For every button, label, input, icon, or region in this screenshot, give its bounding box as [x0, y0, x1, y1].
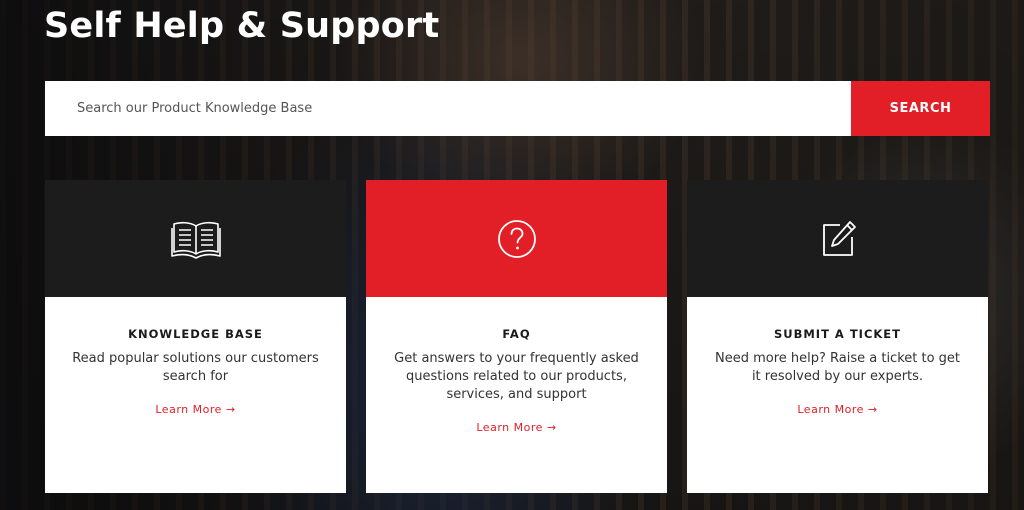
card-body: SUBMIT A TICKET Need more help? Raise a …	[687, 297, 988, 493]
learn-more-link[interactable]: Learn More →	[476, 421, 556, 434]
card-submit-ticket[interactable]: SUBMIT A TICKET Need more help? Raise a …	[687, 180, 988, 493]
card-description: Read popular solutions our customers sea…	[72, 351, 319, 384]
support-cards: KNOWLEDGE BASE Read popular solutions ou…	[45, 180, 988, 493]
card-header	[45, 180, 346, 297]
card-body: FAQ Get answers to your frequently asked…	[366, 297, 667, 493]
edit-icon	[818, 219, 858, 259]
card-header	[366, 180, 667, 297]
search-input[interactable]	[45, 81, 851, 136]
card-faq[interactable]: FAQ Get answers to your frequently asked…	[366, 180, 667, 493]
card-description: Get answers to your frequently asked que…	[394, 351, 639, 402]
card-title: SUBMIT A TICKET	[773, 327, 902, 341]
card-title: KNOWLEDGE BASE	[128, 327, 263, 341]
question-circle-icon	[496, 218, 538, 260]
card-title: FAQ	[502, 327, 531, 341]
book-icon	[170, 218, 222, 260]
card-body: KNOWLEDGE BASE Read popular solutions ou…	[45, 297, 346, 493]
search-button[interactable]: SEARCH	[851, 81, 990, 136]
search-bar: SEARCH	[45, 81, 990, 136]
card-description: Need more help? Raise a ticket to get it…	[714, 351, 961, 384]
card-knowledge-base[interactable]: KNOWLEDGE BASE Read popular solutions ou…	[45, 180, 346, 493]
learn-more-link[interactable]: Learn More →	[155, 403, 235, 416]
card-header	[687, 180, 988, 297]
page-title: Self Help & Support	[44, 6, 440, 46]
learn-more-link[interactable]: Learn More →	[797, 403, 877, 416]
